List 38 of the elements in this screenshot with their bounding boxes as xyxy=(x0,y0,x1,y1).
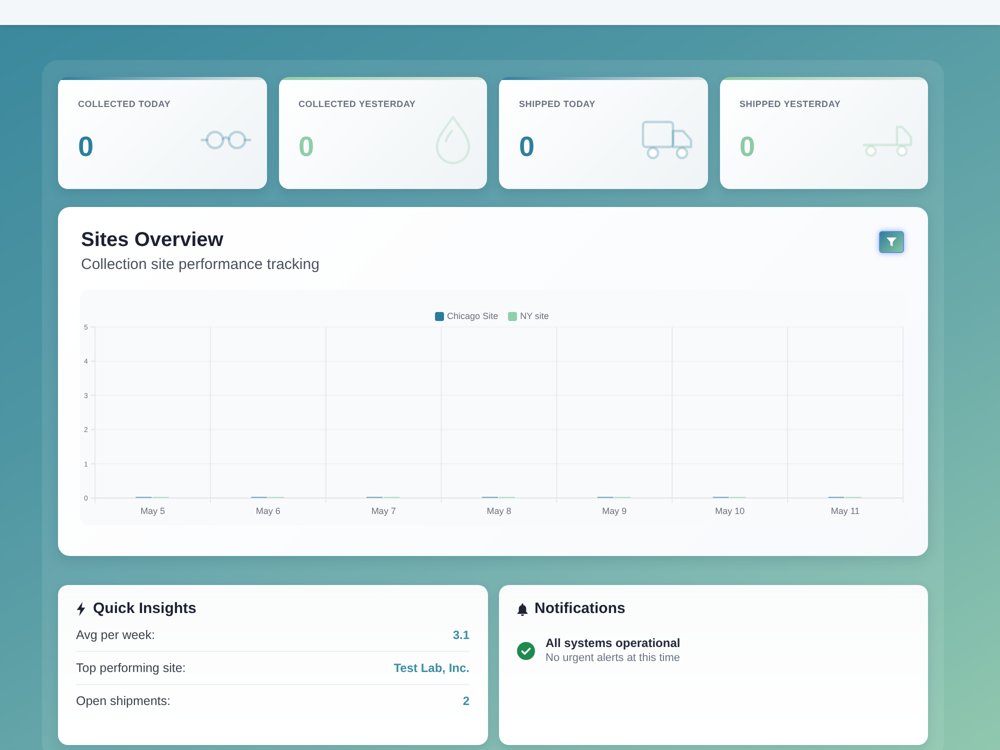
section-title: Quick Insights xyxy=(93,599,196,619)
legend-label: Chicago Site xyxy=(447,310,498,322)
check-circle-icon xyxy=(516,642,534,660)
x-axis-label: May 11 xyxy=(830,506,860,516)
x-axis-label: May 9 xyxy=(602,506,627,516)
stat-label: SHIPPED TODAY xyxy=(519,99,596,110)
x-axis-label: May 7 xyxy=(371,506,396,516)
water-drop-icon xyxy=(434,115,472,165)
bell-icon xyxy=(516,602,528,616)
insight-label: Open shipments: xyxy=(76,693,170,709)
stat-value: 0 xyxy=(298,130,314,164)
insight-value: 2 xyxy=(462,693,470,709)
insight-label: Avg per week: xyxy=(76,627,155,643)
notification-detail: No urgent alerts at this time xyxy=(546,651,680,666)
insight-value: Test Lab, Inc. xyxy=(394,660,470,676)
stat-value: 0 xyxy=(740,130,756,164)
section-title: Sites Overview xyxy=(81,228,224,252)
stat-label: SHIPPED YESTERDAY xyxy=(740,99,842,110)
section-subtitle: Collection site performance tracking xyxy=(81,256,320,274)
truck-icon xyxy=(861,123,913,157)
stat-value: 0 xyxy=(78,130,94,164)
x-axis-label: May 6 xyxy=(256,506,280,516)
insight-value: 3.1 xyxy=(452,627,470,643)
glasses-icon xyxy=(200,129,252,151)
stat-label: COLLECTED TODAY xyxy=(78,99,172,110)
lightning-bolt-icon xyxy=(76,602,86,616)
stat-value: 0 xyxy=(519,130,535,164)
legend-label: NY site xyxy=(520,310,549,322)
x-axis-label: May 8 xyxy=(486,506,512,516)
filter-icon xyxy=(886,237,897,247)
x-axis-label: May 5 xyxy=(140,506,165,516)
truck-icon xyxy=(640,120,692,160)
filter-button[interactable] xyxy=(879,231,904,253)
stat-label: COLLECTED YESTERDAY xyxy=(298,99,417,110)
notification-title: All systems operational xyxy=(546,635,680,651)
x-axis-label: May 10 xyxy=(715,506,745,516)
insight-label: Top performing site: xyxy=(76,660,186,676)
section-title: Notifications xyxy=(534,599,626,619)
